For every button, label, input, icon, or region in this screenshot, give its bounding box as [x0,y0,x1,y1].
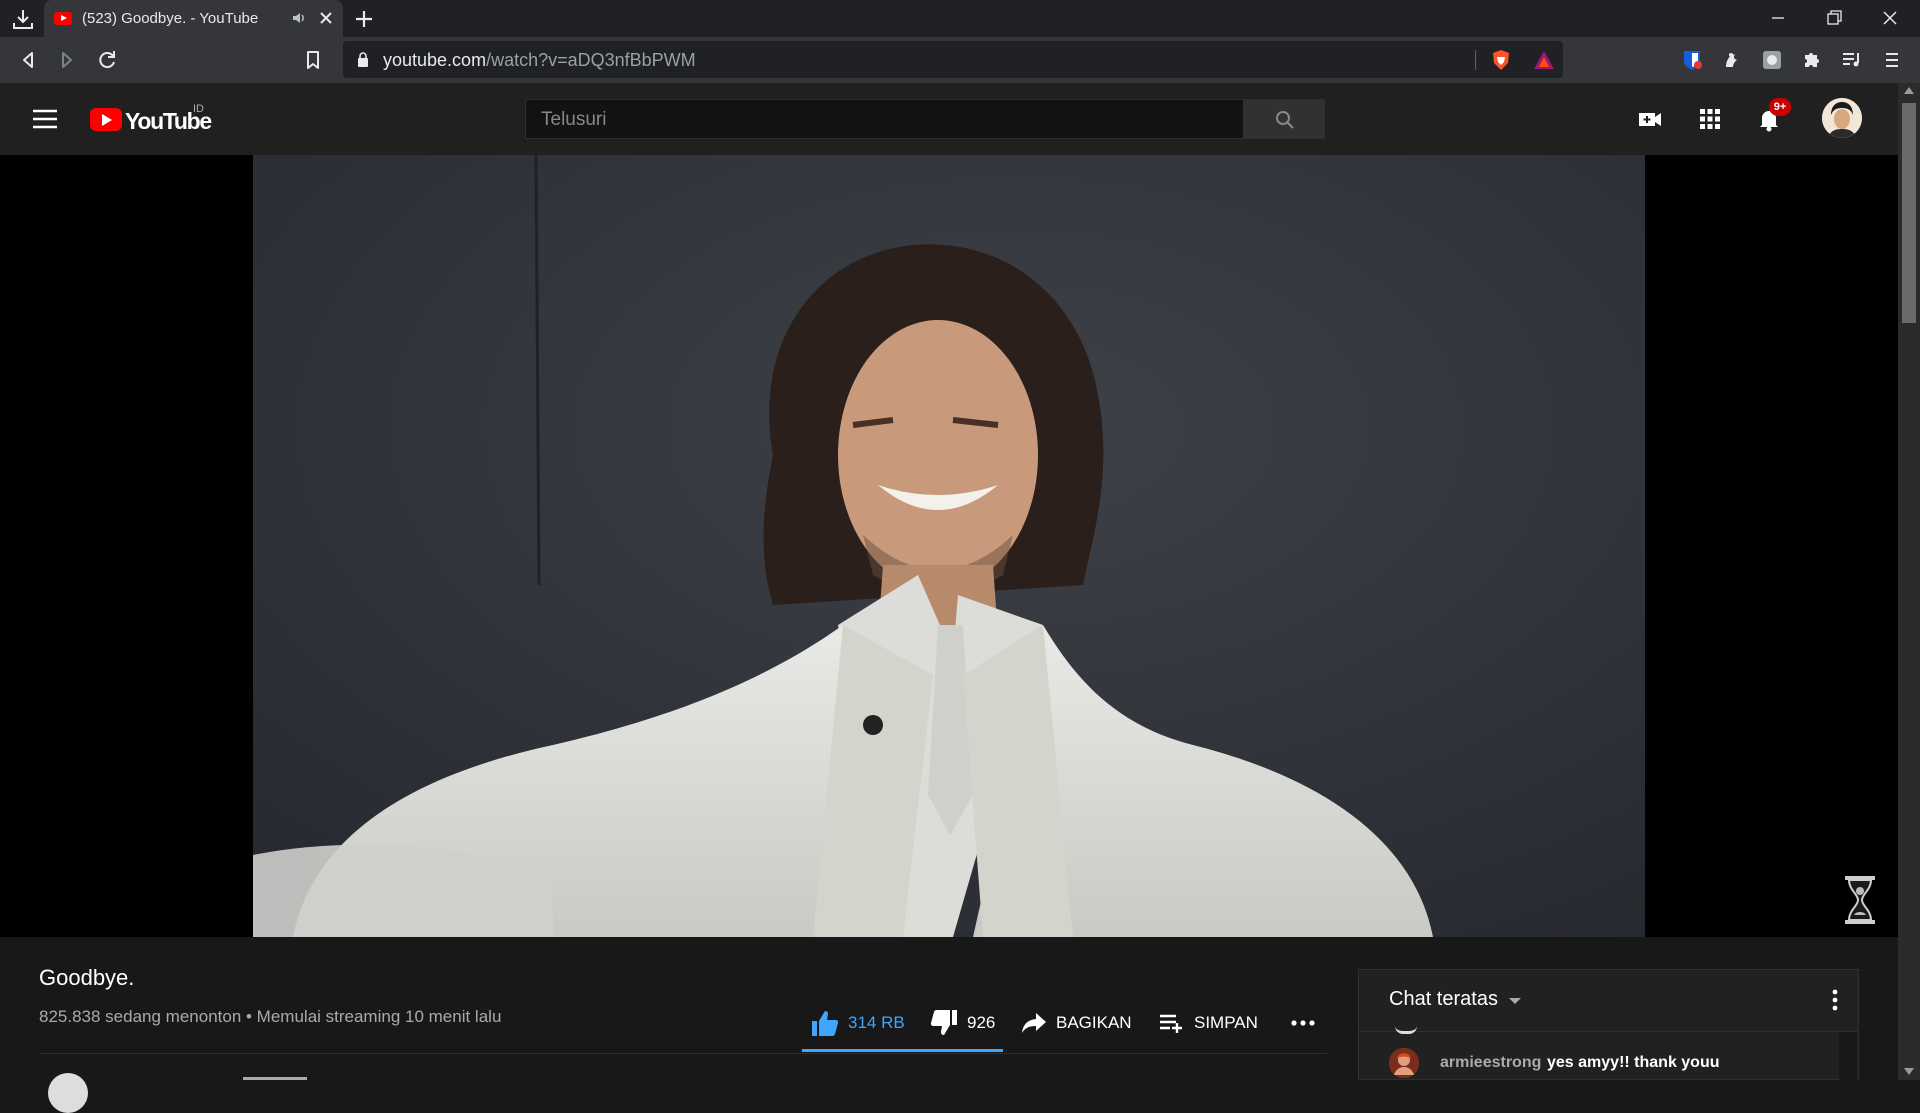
search-button[interactable] [1244,99,1325,139]
chat-message-text: yes amyy!! thank youu [1547,1054,1720,1071]
live-chat-panel: Chat teratas armieestrong yes amyy!! tha… [1358,969,1859,1080]
media-playlist-icon[interactable] [1839,47,1865,73]
chat-message[interactable]: armieestrong yes amyy!! thank youu [1359,1048,1839,1078]
search-icon [1276,111,1294,129]
chat-header: Chat teratas [1359,970,1858,1032]
share-arrow-icon [1022,1013,1046,1033]
url-host: youtube.com [383,50,487,70]
video-player[interactable] [0,155,1898,937]
section-divider [39,1053,1327,1054]
guide-menu-icon[interactable] [32,108,58,130]
video-title: Goodbye. [39,965,135,990]
thumbs-down-icon [930,1010,957,1035]
brave-rewards-icon[interactable] [1532,49,1556,71]
video-content-image [253,155,1645,937]
downloads-icon[interactable] [10,6,36,32]
more-horizontal-icon [1291,1020,1315,1026]
dislike-button[interactable]: 926 [929,1005,995,1041]
playlist-add-icon [1160,1014,1182,1033]
address-bar[interactable]: youtube.com/watch?v=aDQ3nfBbPWM [343,41,1563,78]
lock-icon[interactable] [355,51,371,68]
apps-grid-icon[interactable] [1696,105,1724,133]
youtube-header: YouTube ID 9+ [0,83,1898,155]
youtube-logo[interactable]: YouTube ID [90,103,220,134]
chevron-down-icon[interactable] [1509,998,1521,1004]
like-count: 314 RB [848,1013,905,1032]
forward-icon[interactable] [54,47,80,73]
create-video-icon[interactable] [1636,105,1664,133]
video-view-info: 825.838 sedang menonton • Memulai stream… [39,1007,502,1026]
cat-extension-icon[interactable] [1719,47,1745,73]
brave-shields-icon[interactable] [1490,49,1512,71]
bitwarden-extension-icon[interactable] [1679,47,1705,73]
tab-title: (523) Goodbye. - YouTube [82,10,259,27]
thumbs-up-icon [812,1011,839,1036]
page-scrollbar[interactable] [1898,83,1920,1080]
tab-close-icon[interactable] [316,8,336,28]
scrollbar-thumb[interactable] [1902,103,1916,323]
account-avatar[interactable] [1822,98,1862,138]
search-input[interactable] [541,109,1231,131]
search-box[interactable] [525,99,1244,139]
address-divider [1475,50,1476,70]
share-button[interactable]: BAGIKAN [1020,1005,1132,1041]
new-tab-icon[interactable] [352,7,376,31]
speaker-icon[interactable] [290,9,308,27]
scroll-down-arrow-icon[interactable] [1904,1068,1914,1075]
like-button[interactable]: 314 RB [810,1005,905,1041]
scroll-up-arrow-icon[interactable] [1904,87,1914,94]
video-frame[interactable] [253,155,1645,937]
chat-author-avatar[interactable] [1389,1048,1419,1078]
window-restore-icon[interactable] [1822,6,1846,30]
channel-avatar[interactable] [48,1073,88,1113]
save-button[interactable]: SIMPAN [1158,1005,1258,1041]
youtube-favicon [54,12,72,25]
url-path: /watch?v=aDQ3nfBbPWM [486,50,696,70]
notification-badge: 9+ [1769,98,1791,116]
hourglass-watermark-icon [1843,875,1877,925]
more-actions-button[interactable] [1290,1005,1324,1041]
window-close-icon[interactable] [1878,6,1902,30]
share-label: BAGIKAN [1056,1013,1132,1032]
chat-mode-selector[interactable]: Chat teratas [1389,988,1498,1011]
browser-menu-icon[interactable] [1879,47,1905,73]
chat-author-name[interactable]: armieestrong [1440,1054,1541,1072]
url-text[interactable]: youtube.com/watch?v=aDQ3nfBbPWM [383,50,696,71]
bookmark-icon[interactable] [300,47,326,73]
dislike-count: 926 [967,1013,996,1032]
browser-tab-bar: (523) Goodbye. - YouTube [0,0,1920,37]
country-code: ID [193,103,204,115]
browser-tab-active[interactable]: (523) Goodbye. - YouTube [44,0,343,37]
window-minimize-icon[interactable] [1766,6,1790,30]
chat-more-options-icon[interactable] [1823,986,1847,1014]
browser-toolbar: youtube.com/watch?v=aDQ3nfBbPWM [0,37,1920,83]
extensions-puzzle-icon[interactable] [1799,47,1825,73]
chat-scrollbar[interactable] [1839,1032,1857,1080]
like-ratio-bar [802,1049,1003,1052]
save-label: SIMPAN [1194,1013,1258,1032]
previous-message-avatar-edge [1395,1026,1417,1034]
screenshot-extension-icon[interactable] [1759,47,1785,73]
reload-icon[interactable] [94,47,120,73]
youtube-logo-icon [90,108,122,131]
back-icon[interactable] [15,47,41,73]
